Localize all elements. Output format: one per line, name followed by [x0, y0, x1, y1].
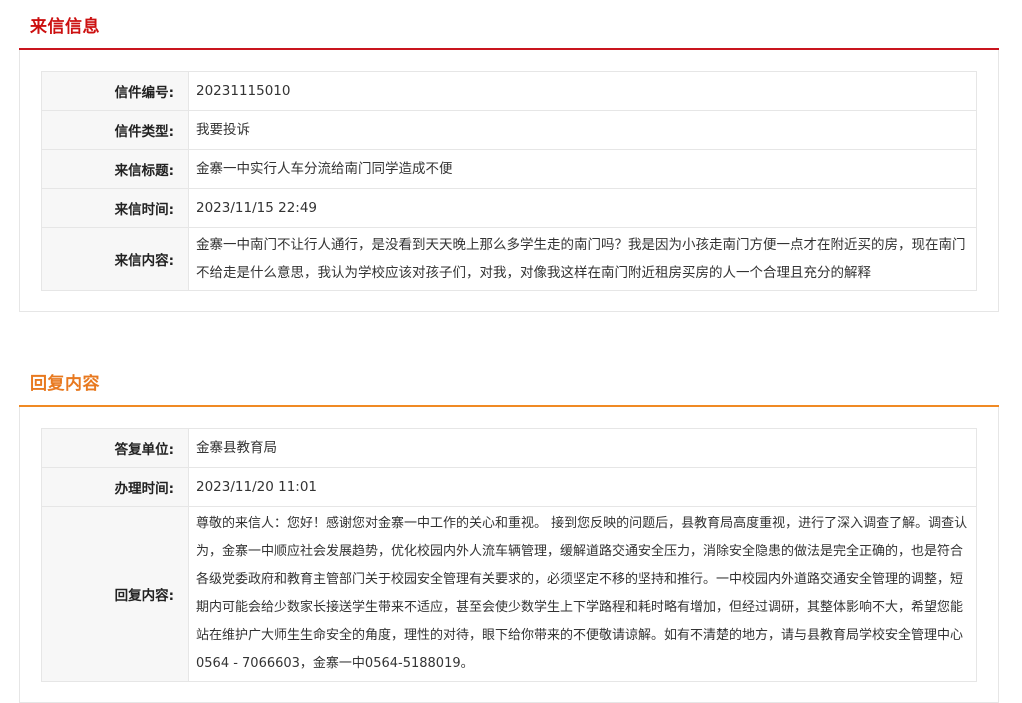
letter-info-title: 来信信息 [30, 17, 100, 37]
letter-number-value: 20231115010 [188, 71, 977, 111]
row-reply-unit: 答复单位: 金寨县教育局 [41, 428, 977, 468]
reply-title: 回复内容 [30, 374, 100, 394]
letter-info-table: 信件编号: 20231115010 信件类型: 我要投诉 来信标题: 金寨一中实… [41, 71, 977, 291]
reply-time-label: 办理时间: [41, 467, 189, 507]
row-reply-content: 回复内容: 尊敬的来信人：您好！感谢您对金寨一中工作的关心和重视。 接到您反映的… [41, 506, 977, 682]
letter-type-label: 信件类型: [41, 110, 189, 150]
row-reply-time: 办理时间: 2023/11/20 11:01 [41, 467, 977, 507]
letter-time-value: 2023/11/15 22:49 [188, 188, 977, 228]
reply-content-label: 回复内容: [41, 506, 189, 682]
row-letter-subject: 来信标题: 金寨一中实行人车分流给南门同学造成不便 [41, 149, 977, 189]
reply-divider [19, 405, 999, 407]
letter-time-label: 来信时间: [41, 188, 189, 228]
letter-subject-value: 金寨一中实行人车分流给南门同学造成不便 [188, 149, 977, 189]
row-letter-type: 信件类型: 我要投诉 [41, 110, 977, 150]
reply-section: 回复内容 答复单位: 金寨县教育局 办理时间: 2023/11/20 11:01… [19, 357, 999, 703]
letter-info-section: 来信信息 信件编号: 20231115010 信件类型: 我要投诉 来信标题: … [19, 0, 999, 312]
row-letter-content: 来信内容: 金寨一中南门不让行人通行，是没看到天天晚上那么多学生走的南门吗？我是… [41, 227, 977, 291]
letter-type-value: 我要投诉 [188, 110, 977, 150]
reply-time-value: 2023/11/20 11:01 [188, 467, 977, 507]
reply-header: 回复内容 [19, 357, 999, 407]
reply-unit-label: 答复单位: [41, 428, 189, 468]
letter-info-header: 来信信息 [19, 0, 999, 50]
row-letter-time: 来信时间: 2023/11/15 22:49 [41, 188, 977, 228]
reply-unit-value: 金寨县教育局 [188, 428, 977, 468]
reply-table: 答复单位: 金寨县教育局 办理时间: 2023/11/20 11:01 回复内容… [41, 428, 977, 682]
letter-info-panel: 信件编号: 20231115010 信件类型: 我要投诉 来信标题: 金寨一中实… [19, 50, 999, 312]
reply-panel: 答复单位: 金寨县教育局 办理时间: 2023/11/20 11:01 回复内容… [19, 407, 999, 703]
letter-content-label: 来信内容: [41, 227, 189, 291]
letter-content-value: 金寨一中南门不让行人通行，是没看到天天晚上那么多学生走的南门吗？我是因为小孩走南… [188, 227, 977, 291]
row-letter-number: 信件编号: 20231115010 [41, 71, 977, 111]
letter-subject-label: 来信标题: [41, 149, 189, 189]
reply-content-value: 尊敬的来信人：您好！感谢您对金寨一中工作的关心和重视。 接到您反映的问题后，县教… [188, 506, 977, 682]
letter-info-divider [19, 48, 999, 50]
letter-number-label: 信件编号: [41, 71, 189, 111]
